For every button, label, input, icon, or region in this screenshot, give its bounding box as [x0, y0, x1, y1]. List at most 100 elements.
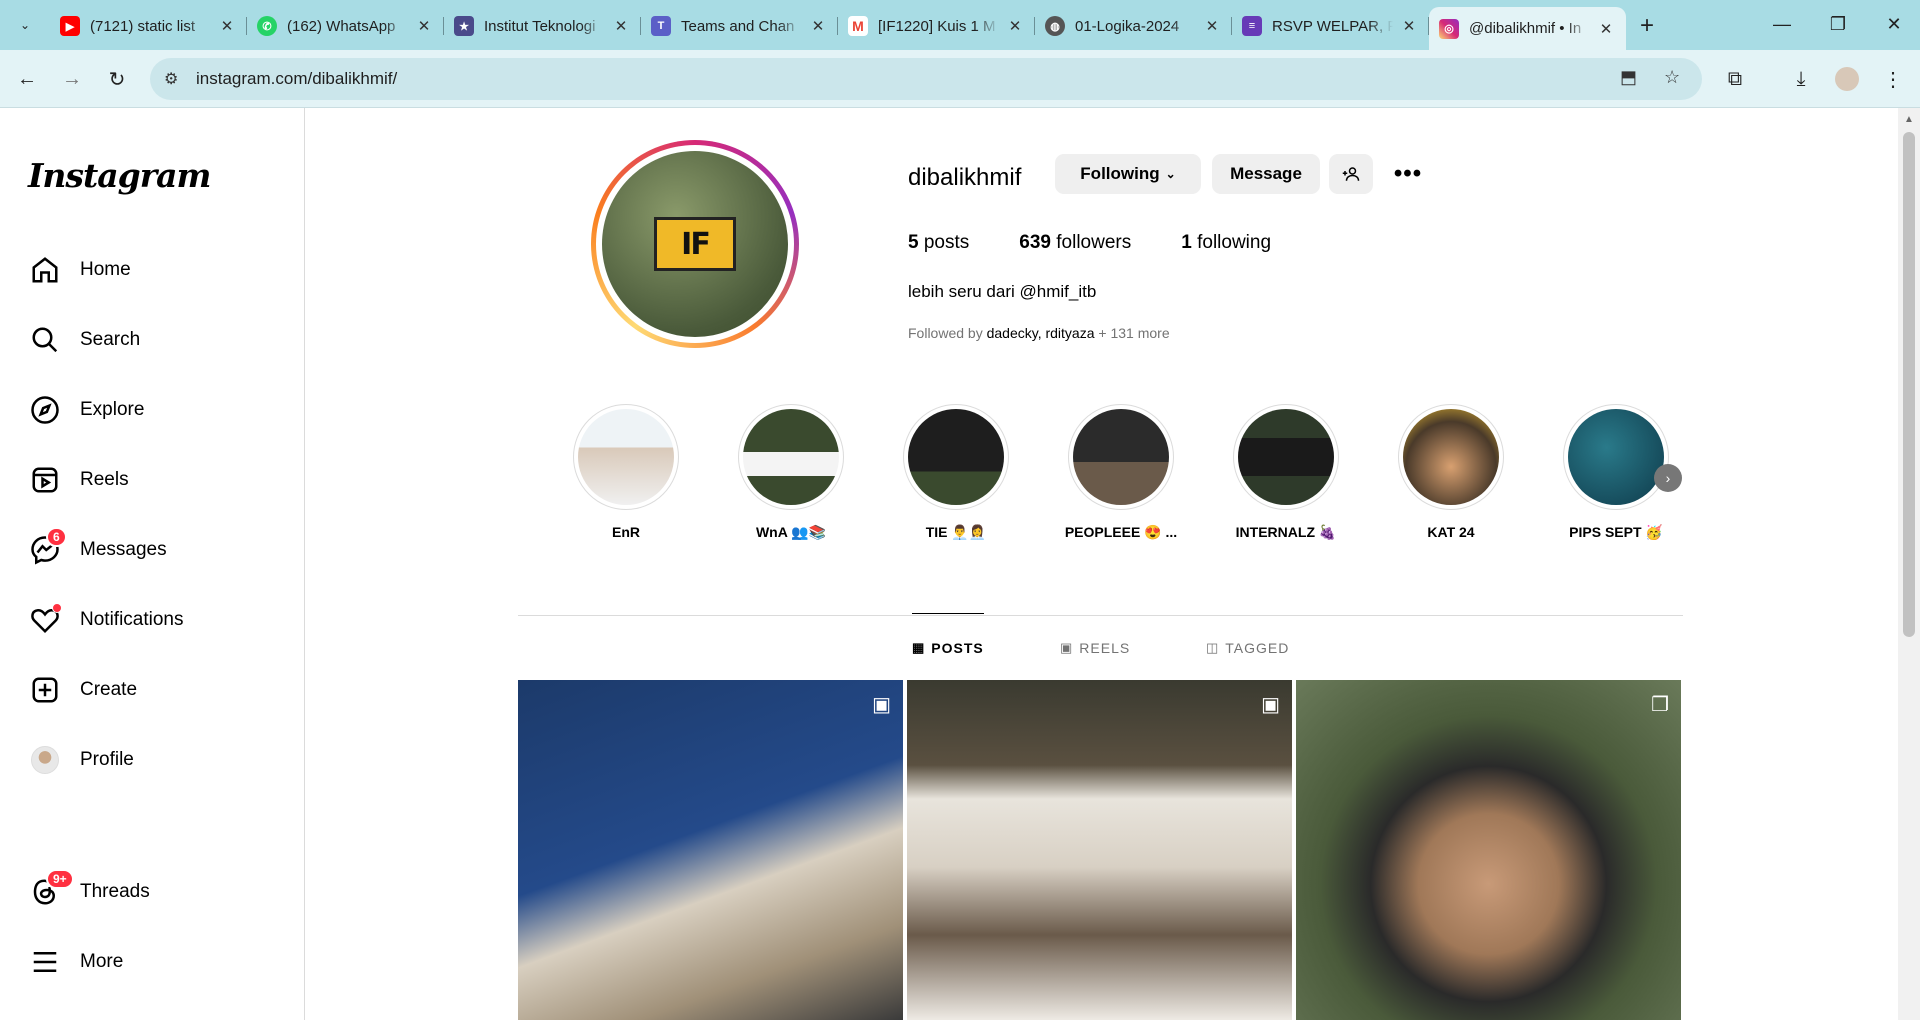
- following-count: 1: [1181, 232, 1192, 253]
- highlight-item[interactable]: WnA 👥📚: [731, 404, 851, 541]
- close-icon[interactable]: ✕: [611, 17, 631, 35]
- scrollbar-thumb[interactable]: [1903, 132, 1915, 637]
- site-info-icon[interactable]: ⚙: [164, 69, 184, 89]
- reload-button[interactable]: ↻: [100, 62, 134, 96]
- tab-reels[interactable]: ▣ REELS: [1060, 640, 1130, 656]
- teams-icon: T: [651, 16, 671, 36]
- sidebar-item-label: Home: [80, 259, 131, 280]
- sidebar-item-profile[interactable]: Profile: [28, 736, 134, 784]
- following-stat[interactable]: 1 following: [1181, 232, 1271, 254]
- sidebar-item-threads[interactable]: 9+ Threads: [28, 868, 150, 916]
- sidebar-item-explore[interactable]: Explore: [28, 386, 144, 434]
- highlight-cover: [578, 409, 674, 505]
- close-icon[interactable]: ✕: [1005, 17, 1025, 35]
- sidebar-item-label: Notifications: [80, 609, 184, 630]
- bookmark-star-icon[interactable]: ☆: [1664, 67, 1680, 88]
- threads-badge: 9+: [46, 869, 74, 889]
- tab-title: (162) WhatsApp: [287, 17, 396, 35]
- notification-dot: [52, 603, 62, 613]
- close-window-button[interactable]: ✕: [1866, 0, 1920, 48]
- following-word: following: [1197, 232, 1272, 253]
- tab-posts[interactable]: ▦ POSTS: [912, 613, 984, 656]
- browser-tab[interactable]: ▶ (7121) static list ✕: [50, 7, 247, 45]
- sidebar-item-create[interactable]: Create: [28, 666, 137, 714]
- highlight-item[interactable]: KAT 24: [1391, 404, 1511, 540]
- sidebar-item-home[interactable]: Home: [28, 246, 131, 294]
- browser-tab[interactable]: T Teams and Chan ✕: [641, 7, 838, 45]
- profile-avatar-story-ring[interactable]: IF: [591, 140, 799, 348]
- browser-tab[interactable]: ◍ 01-Logika-2024 ✕: [1035, 7, 1232, 45]
- highlight-item[interactable]: PEOPLEEE 😍 ...: [1061, 404, 1181, 541]
- browser-tab[interactable]: ★ Institut Teknologi ✕: [444, 7, 641, 45]
- tab-search-button[interactable]: ⌄: [12, 12, 38, 38]
- post-thumbnail[interactable]: ▣: [518, 680, 903, 1020]
- sidebar-item-search[interactable]: Search: [28, 316, 140, 364]
- minimize-button[interactable]: —: [1754, 0, 1810, 48]
- new-tab-button[interactable]: +: [1630, 9, 1664, 43]
- tab-title: [IF1220] Kuis 1 M: [878, 17, 996, 35]
- reel-icon: ▣: [872, 694, 891, 716]
- sidebar-item-notifications[interactable]: Notifications: [28, 596, 184, 644]
- sidebar-item-more[interactable]: More: [28, 938, 123, 986]
- browser-tab[interactable]: M [IF1220] Kuis 1 M ✕: [838, 7, 1035, 45]
- highlight-cover: [1238, 409, 1334, 505]
- chevron-down-icon: ⌄: [1165, 167, 1176, 181]
- highlight-cover: [743, 409, 839, 505]
- kebab-menu-icon[interactable]: ⋮: [1876, 62, 1910, 96]
- search-icon: [28, 323, 62, 357]
- compass-icon: [28, 393, 62, 427]
- reels-icon: ▣: [1060, 640, 1074, 655]
- reel-icon: ▣: [1261, 694, 1280, 716]
- profile-avatar[interactable]: [1830, 62, 1864, 96]
- address-bar[interactable]: ⚙ instagram.com/dibalikhmif/ ⬒ ☆: [150, 58, 1702, 100]
- reels-icon: [28, 463, 62, 497]
- downloads-icon[interactable]: ⤓: [1784, 62, 1818, 96]
- tab-tagged[interactable]: ◫ TAGGED: [1206, 640, 1289, 656]
- forward-button[interactable]: →: [55, 62, 89, 96]
- highlight-cover: [1073, 409, 1169, 505]
- highlight-item[interactable]: INTERNALZ 🍇: [1226, 404, 1346, 541]
- sidebar-item-reels[interactable]: Reels: [28, 456, 129, 504]
- close-icon[interactable]: ✕: [1596, 20, 1616, 38]
- sidebar-item-label: Create: [80, 679, 138, 700]
- instagram-logo[interactable]: Instagram: [28, 156, 211, 195]
- tagged-icon: ◫: [1206, 640, 1220, 655]
- heart-icon: [28, 603, 62, 637]
- if-logo: IF: [654, 217, 736, 271]
- tab-label: POSTS: [931, 640, 984, 656]
- close-icon[interactable]: ✕: [808, 17, 828, 35]
- whatsapp-icon: ✆: [257, 16, 277, 36]
- extensions-icon[interactable]: ⧉: [1718, 62, 1752, 96]
- suggest-user-button[interactable]: [1329, 154, 1373, 194]
- followed-by[interactable]: Followed by dadecky, rdityaza + 131 more: [908, 325, 1170, 341]
- browser-tab[interactable]: ✆ (162) WhatsApp ✕: [247, 7, 444, 45]
- restore-button[interactable]: ❐: [1810, 0, 1866, 48]
- install-app-icon[interactable]: ⬒: [1620, 67, 1637, 88]
- url-text: instagram.com/dibalikhmif/: [196, 69, 398, 88]
- post-thumbnail[interactable]: ▣: [907, 680, 1292, 1020]
- page-scrollbar[interactable]: ▲: [1898, 108, 1920, 1020]
- post-thumbnail[interactable]: ❐: [1296, 680, 1681, 1020]
- following-button[interactable]: Following ⌄: [1055, 154, 1201, 194]
- highlight-label: INTERNALZ 🍇: [1235, 524, 1337, 540]
- highlight-item[interactable]: TIE 👨‍💼👩‍💼: [896, 404, 1016, 541]
- message-button[interactable]: Message: [1212, 154, 1320, 194]
- chevron-right-icon[interactable]: ›: [1654, 464, 1682, 492]
- add-person-icon: [1342, 167, 1360, 181]
- close-icon[interactable]: ✕: [1202, 17, 1222, 35]
- close-icon[interactable]: ✕: [414, 17, 434, 35]
- sidebar-item-messages[interactable]: 6 Messages: [28, 526, 167, 574]
- followers-stat[interactable]: 639 followers: [1019, 232, 1131, 254]
- close-icon[interactable]: ✕: [1399, 17, 1419, 35]
- more-options-icon[interactable]: •••: [1386, 154, 1430, 194]
- back-button[interactable]: ←: [10, 62, 44, 96]
- divider: [518, 615, 1683, 616]
- youtube-icon: ▶: [60, 16, 80, 36]
- scroll-up-arrow[interactable]: ▲: [1904, 114, 1914, 125]
- highlight-item[interactable]: EnR: [566, 404, 686, 540]
- highlight-cover: [1568, 409, 1664, 505]
- browser-tab[interactable]: ≡ RSVP WELPAR, P ✕: [1232, 7, 1429, 45]
- followers-count: 639: [1019, 232, 1051, 253]
- close-icon[interactable]: ✕: [217, 17, 237, 35]
- browser-tab-active[interactable]: ◎ @dibalikhmif • In ✕: [1429, 7, 1626, 50]
